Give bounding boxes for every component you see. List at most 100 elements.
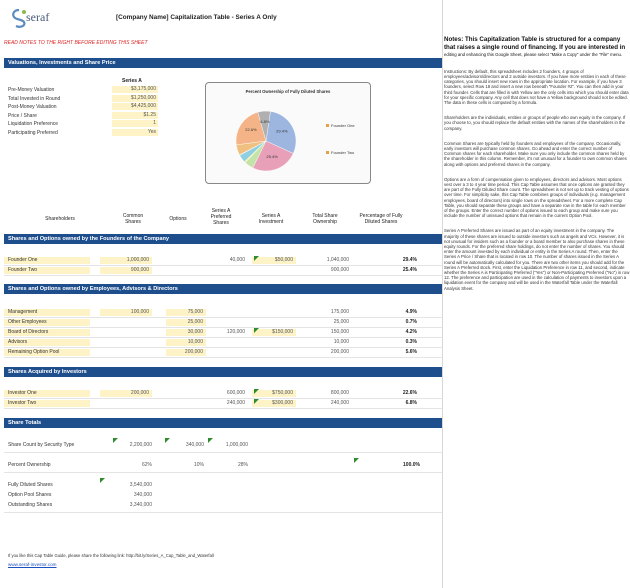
warning-text: READ NOTES TO THE RIGHT BEFORE EDITING T… [4, 40, 148, 46]
comment-marker [113, 438, 118, 443]
common-cell[interactable]: 1,000,000 [100, 257, 152, 264]
options-cell[interactable]: 10,000 [166, 339, 206, 346]
comment-marker [208, 438, 213, 443]
section-employees: Shares and Options owned by Employees, A… [4, 284, 442, 294]
percent-cell: 4.2% [405, 329, 417, 335]
legend-swatch [326, 124, 329, 127]
common-cell[interactable]: 100,000 [100, 309, 152, 316]
shareholder-name[interactable]: Founder One [4, 257, 90, 264]
shareholder-name[interactable]: Investor One [4, 390, 90, 397]
preferred-cell: 240,000 [226, 400, 245, 406]
valuation-value[interactable]: 1 [112, 120, 158, 128]
valuation-value[interactable]: $4,425,000 [112, 103, 158, 111]
total-cell: 175,000 [330, 309, 349, 315]
col-options: Options [169, 216, 187, 222]
shareholder-name[interactable]: Investor Two [4, 400, 90, 407]
options-cell[interactable]: 75,000 [166, 309, 206, 316]
notes-shareholders: Shareholders are the individuals, entiti… [444, 115, 626, 131]
col-shareholders: Shareholders [45, 216, 75, 222]
total-cell: 800,000 [330, 390, 349, 396]
fd-shares-value: 3,540,000 [129, 482, 152, 488]
valuation-label: Pre-Money Valuation [8, 87, 55, 93]
outstanding-value: 3,340,000 [129, 502, 152, 508]
shareholder-name[interactable]: Management [4, 309, 90, 316]
valuation-label: Post-Money Valuation [8, 104, 57, 111]
shareholder-name[interactable]: Advisors [4, 339, 90, 346]
pie-slice-label: 6.8% [260, 119, 270, 124]
valuation-value[interactable]: $3,175,000 [112, 86, 158, 93]
percent-cell: 4.9% [405, 309, 417, 315]
comment-marker [254, 399, 259, 404]
sheet-divider [442, 0, 443, 588]
col-percent: Percentage of Fully Diluted Shares [359, 213, 403, 225]
common-cell[interactable]: 900,000 [100, 267, 152, 274]
pie-svg: 29.4% 25.4% 22.6%6.8% [235, 110, 297, 172]
seraf-website-link[interactable]: www.seraf-investor.com [8, 562, 57, 567]
percent-cell: 5.6% [405, 349, 417, 355]
col-investment: Series A Investment [258, 213, 284, 225]
shareholder-name[interactable]: Remaining Option Pool [4, 349, 90, 356]
notes-title-tail: editing and enhancing this Google Sheet,… [444, 52, 623, 58]
percent-cell: 0.3% [405, 339, 417, 345]
percent-cell: 0.7% [405, 319, 417, 325]
percent-cell: 25.4% [402, 267, 417, 273]
valuation-value[interactable]: $1.25 [112, 111, 158, 119]
common-cell[interactable]: 200,000 [100, 390, 152, 397]
pct-preferred: 28% [237, 462, 248, 468]
notes-series-a: Series A Preferred Shares are issued as … [444, 228, 630, 291]
notes-panel: Notes: This Capitalization Table is stru… [444, 36, 630, 295]
comment-marker [354, 458, 359, 463]
share-link-text: If you like this Cap Table Guide, please… [8, 553, 214, 558]
pct-total: 100.0% [403, 462, 420, 468]
total-cell: 10,000 [333, 339, 349, 345]
section-valuations: Valuations, Investments and Share Price [4, 58, 442, 68]
share-count-label: Share Count by Security Type [8, 442, 75, 448]
pie-slice-label: 22.6% [245, 127, 257, 132]
pool-shares-label: Option Pool Shares [8, 492, 52, 498]
pie-slice-label: 25.4% [266, 154, 278, 159]
page-title: [Company Name] Capitalization Table - Se… [116, 14, 277, 21]
comment-marker [254, 328, 259, 333]
comment-marker [254, 389, 259, 394]
fd-shares-label: Fully Diluted Shares [8, 482, 53, 488]
section-founders: Shares and Options owned by the Founders… [4, 234, 442, 244]
percent-cell: 29.4% [402, 257, 417, 263]
section-investors: Shares Acquired by Investors [4, 367, 442, 377]
shareholder-name[interactable]: Other Employees [4, 319, 90, 326]
pct-common: 62% [141, 462, 152, 468]
notes-title: Notes: This Capitalization Table is stru… [444, 36, 630, 59]
valuation-label: Liquidation Preference [8, 121, 59, 128]
logo-text: seraf [26, 10, 50, 24]
shareholder-name[interactable]: Board of Directors [4, 329, 90, 336]
percent-cell: 22.6% [402, 390, 417, 396]
legend-label: Founder Two [331, 150, 355, 155]
percent-cell: 6.8% [405, 400, 417, 406]
preferred-cell: 600,000 [226, 390, 245, 396]
preferred-cell: 40,000 [229, 257, 245, 263]
notes-options: Options are a form of compensation given… [444, 176, 629, 219]
legend-swatch [326, 151, 329, 154]
options-cell[interactable]: 25,000 [166, 319, 206, 326]
shareholder-name[interactable]: Founder Two [4, 267, 90, 274]
col-common: Common Shares [122, 213, 144, 225]
section-totals: Share Totals [4, 418, 442, 428]
options-cell[interactable]: 30,000 [166, 329, 206, 336]
seraf-logo: seraf [10, 8, 60, 30]
pool-shares-value: 340,000 [133, 492, 152, 498]
notes-common-shares: Common Shares are typically held by foun… [444, 140, 627, 167]
comment-marker [165, 438, 170, 443]
valuation-value[interactable]: Yes [112, 129, 158, 136]
share-count-common: 2,200,000 [129, 442, 152, 448]
notes-instructions: Instructions: By default, this spreadshe… [444, 68, 629, 105]
pct-ownership-label: Percent Ownership [8, 462, 51, 468]
pie-slice-label: 29.4% [276, 128, 288, 133]
valuation-label: Price / Share [8, 112, 37, 119]
outstanding-label: Outstanding Shares [8, 502, 53, 508]
total-cell: 200,000 [330, 349, 349, 355]
valuation-value[interactable]: $1,250,000 [112, 94, 158, 102]
options-cell[interactable]: 200,000 [166, 349, 206, 356]
legend-label: Founder One [331, 123, 355, 128]
valuation-label: Participating Preferred [8, 130, 58, 136]
comment-marker [254, 256, 259, 261]
comment-marker [100, 478, 105, 483]
